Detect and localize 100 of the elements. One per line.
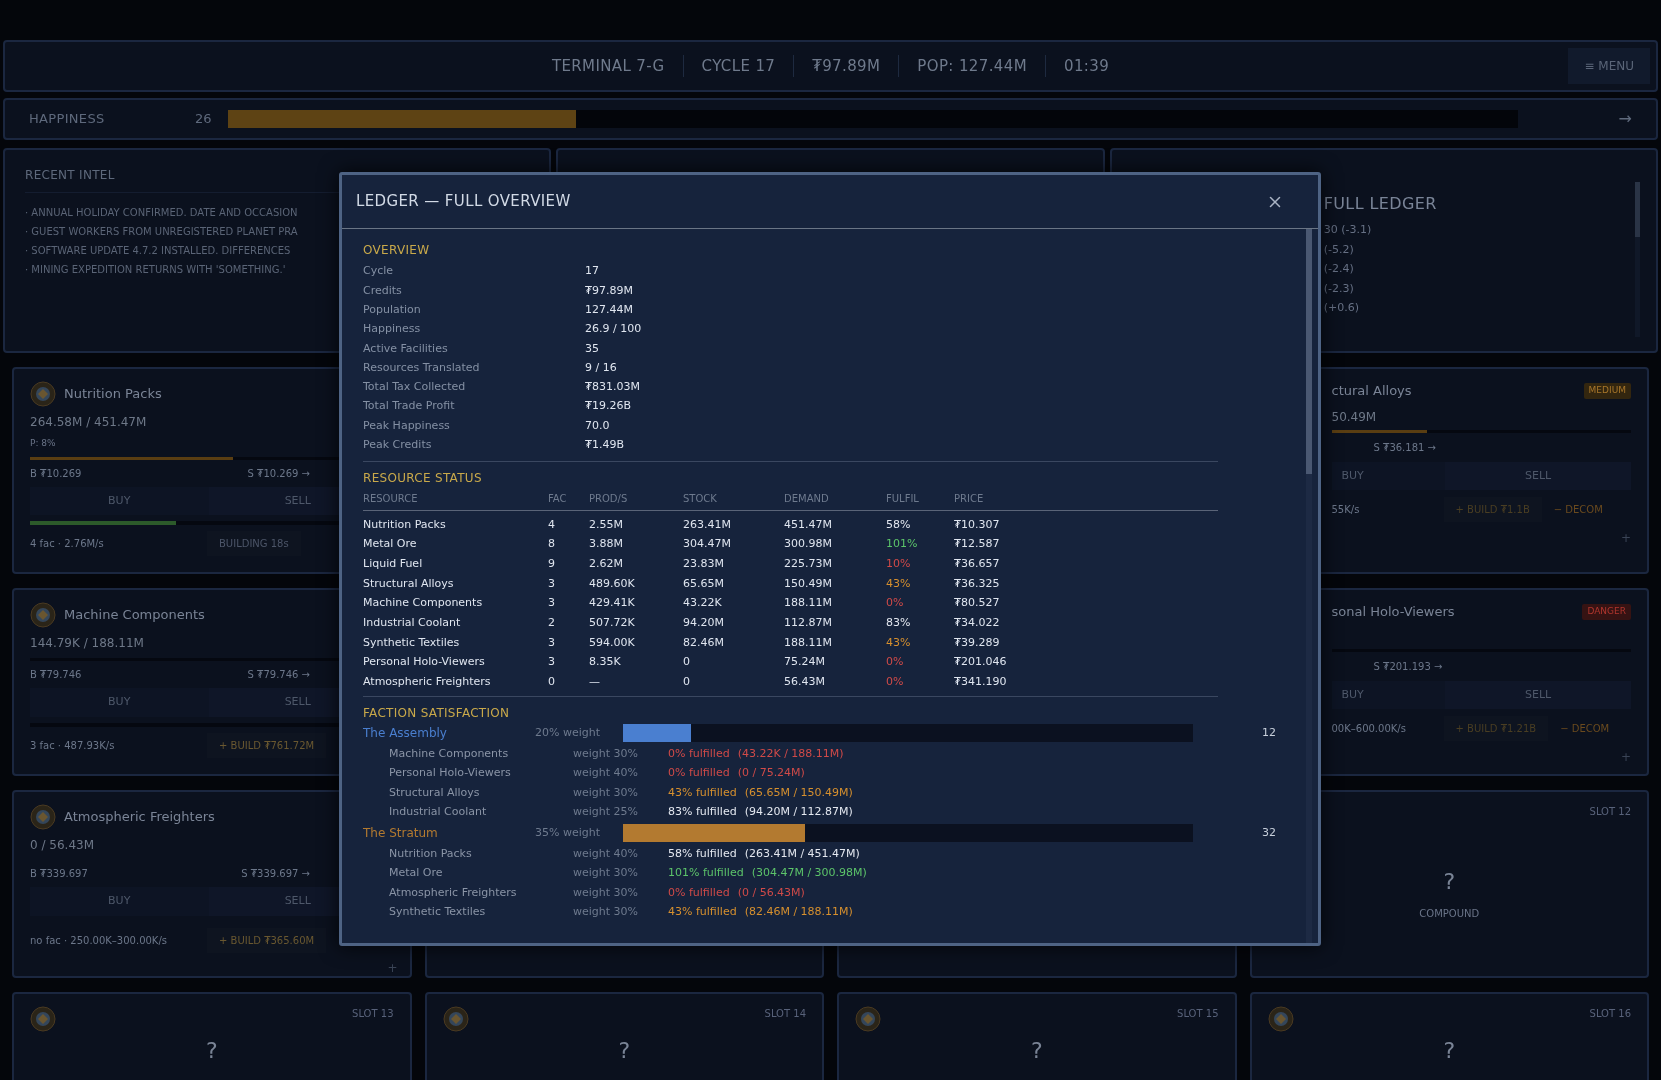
buy-button[interactable]: BUY: [30, 486, 209, 515]
status-text: ₮97.89M: [793, 54, 899, 78]
faction-score: 12: [1262, 724, 1276, 741]
buy-price: B ₮339.697: [30, 867, 88, 881]
table-cell-text: ₮341.190: [954, 674, 1008, 691]
table-cell-text: 9: [548, 555, 556, 572]
ledger-line: 30 (-3.1): [1323, 222, 1373, 238]
need-name: Personal Holo-Viewers: [389, 765, 512, 782]
ledger-line: (-2.3): [1323, 280, 1355, 297]
status-text: TERMINAL 7-G: [550, 55, 666, 77]
buy-button[interactable]: BUY: [1331, 461, 1446, 490]
overview-label: Total Trade Profit: [363, 398, 456, 415]
unknown-mark: ?: [618, 1037, 631, 1065]
decom-button[interactable]: − DECOM: [1560, 721, 1610, 736]
table-cell-text: 3: [548, 575, 556, 592]
sell-price: S ₮10.269 →: [247, 466, 310, 481]
emblem-icon: [30, 602, 56, 628]
decom-button[interactable]: − DECOM: [1553, 502, 1603, 517]
slot-label: SLOT 14: [764, 1007, 806, 1021]
table-cell-text: ₮10.307: [954, 516, 1001, 533]
need-weight: weight 30%: [573, 784, 640, 801]
buy-price: B ₮10.269: [30, 466, 82, 481]
table-cell-text: 0%: [886, 654, 905, 671]
dialog-title: LEDGER — FULL OVERVIEW: [356, 191, 571, 213]
intel-item: · MINING EXPEDITION RETURNS WITH 'SOMETHING.': [25, 263, 286, 277]
table-cell-text: 225.73M: [784, 555, 833, 572]
overview-value: 9 / 16: [585, 359, 617, 376]
happiness-value: 26: [195, 110, 212, 129]
emblem-icon: [855, 1006, 881, 1032]
status-text: POP: 127.44M: [898, 54, 1045, 78]
need-name: Atmospheric Freighters: [389, 884, 518, 901]
need-name: Machine Components: [389, 745, 510, 762]
table-cell-text: 94.20M: [683, 615, 725, 631]
overview-label: Peak Credits: [363, 437, 433, 454]
full-ledger-button[interactable]: FULL LEDGER: [1323, 192, 1437, 216]
need-detail: (263.41M / 451.47M): [744, 845, 860, 862]
need-status: 0% fulfilled: [668, 884, 730, 901]
need-detail: (82.46M / 188.11M): [744, 904, 853, 921]
emblem-icon: [1267, 1006, 1294, 1032]
need-detail: (0 / 56.43M): [737, 884, 805, 901]
buy-button[interactable]: BUY: [1331, 680, 1446, 709]
sell-button[interactable]: SELL: [1445, 461, 1631, 490]
card-title: sonal Holo-Viewers: [1331, 603, 1455, 621]
need-detail: (0 / 75.24M): [737, 765, 805, 782]
sell-price: S ₮79.746 →: [247, 668, 310, 682]
menu-button[interactable]: ≡ MENU: [1568, 48, 1650, 84]
overview-value: 127.44M: [585, 302, 633, 318]
card-title: Machine Components: [64, 606, 205, 625]
add-icon[interactable]: +: [387, 958, 398, 977]
need-status: 101% fulfilled: [668, 865, 744, 882]
table-cell-text: 3: [548, 595, 556, 612]
overview-label: Population: [363, 302, 422, 318]
overview-value: 35: [585, 340, 599, 357]
need-weight: weight 30%: [573, 884, 640, 901]
note-text: P: 8%: [30, 437, 56, 450]
stock-text: 50.49M: [1331, 408, 1377, 423]
empty-slot[interactable]: SLOT 16 ?: [1249, 992, 1649, 1080]
empty-slot[interactable]: SLOT 14 ?: [424, 992, 824, 1080]
output-text: no fac · 250.00K–300.00K/s: [30, 933, 168, 948]
table-cell-text: 0: [683, 654, 691, 671]
overview-label: Peak Happiness: [363, 417, 451, 434]
table-cell-text: Atmospheric Freighters: [363, 674, 492, 691]
table-cell-text: 304.47M: [683, 536, 732, 553]
unknown-mark: ?: [1030, 1037, 1043, 1065]
table-cell-text: 2.55M: [589, 516, 624, 533]
emblem-icon: [30, 381, 56, 407]
table-cell-text: Structural Alloys: [363, 575, 455, 592]
need-detail: (304.47M / 300.98M): [751, 865, 867, 882]
table-cell-text: 23.83M: [683, 555, 725, 572]
need-detail: (94.20M / 112.87M): [744, 804, 853, 821]
empty-slot[interactable]: SLOT 15 ?: [837, 992, 1237, 1080]
column-header: FAC: [548, 491, 568, 506]
ledger-line: (-5.2): [1323, 241, 1355, 258]
ledger-line: (-2.4): [1323, 261, 1355, 277]
table-cell-text: 65.65M: [683, 575, 725, 592]
buy-button[interactable]: BUY: [30, 688, 209, 717]
buy-button[interactable]: BUY: [30, 887, 209, 916]
table-cell-text: Synthetic Textiles: [363, 634, 461, 651]
overview-value: ₮1.49B: [585, 437, 625, 454]
intel-item: · ANNUAL HOLIDAY CONFIRMED. DATE AND OCCASION: [25, 206, 298, 220]
slot-label: SLOT 13: [352, 1007, 394, 1021]
empty-slot[interactable]: SLOT 13 ?: [12, 992, 412, 1080]
emblem-icon: [30, 804, 56, 830]
next-arrow[interactable]: →: [1618, 107, 1632, 131]
sell-button[interactable]: SELL: [1445, 680, 1631, 709]
table-cell-text: 507.72K: [589, 615, 636, 631]
table-cell-text: Liquid Fuel: [363, 555, 424, 572]
table-cell-text: 150.49M: [784, 575, 833, 592]
slot-label: SLOT 15: [1177, 1007, 1219, 1021]
stock-text: 0 / 56.43M: [30, 837, 94, 854]
table-cell-text: 429.41K: [589, 595, 636, 612]
add-icon[interactable]: +: [1620, 748, 1631, 766]
need-name: Industrial Coolant: [389, 804, 488, 821]
faction-weight: 20% weight: [535, 724, 602, 741]
sell-price: S ₮36.181 →: [1373, 440, 1437, 455]
table-cell-text: 82.46M: [683, 634, 725, 651]
table-cell-text: 8.35K: [589, 654, 622, 671]
add-icon[interactable]: +: [1620, 529, 1631, 547]
emblem-icon: [30, 1006, 56, 1032]
overview-value: ₮97.89M: [585, 282, 633, 299]
